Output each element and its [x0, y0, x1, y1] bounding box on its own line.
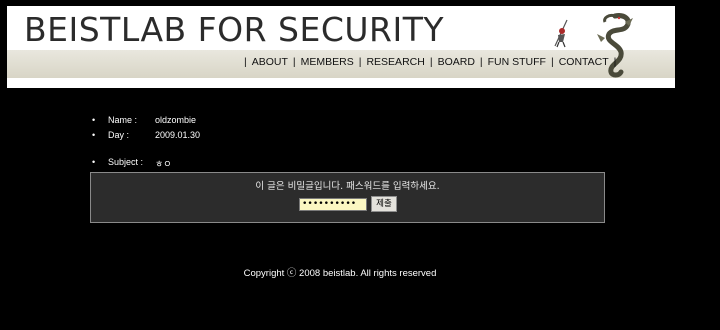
site-title: BEISTLAB FOR SECURITY — [24, 10, 445, 49]
name-label: Name : — [108, 115, 138, 125]
bullet-icon: • — [92, 115, 96, 125]
submit-button[interactable]: 제출 — [371, 196, 397, 212]
footer-copyright: Copyright ⓒ 2008 beistlab. All rights re… — [243, 268, 437, 279]
subject-value: ㅎㅇ — [155, 159, 172, 169]
nav-board[interactable]: BOARD — [438, 56, 475, 68]
site-header: BEISTLAB FOR SECURITY | ABOUT | MEMBERS … — [7, 6, 675, 88]
nav-contact[interactable]: CONTACT — [559, 56, 609, 68]
day-label: Day : — [108, 130, 130, 140]
day-value: 2009.01.30 — [155, 130, 201, 140]
bullet-icon: • — [92, 157, 96, 167]
name-value: oldzombie — [155, 115, 197, 125]
password-input[interactable]: •••••••••• — [299, 198, 367, 211]
nav-research[interactable]: RESEARCH — [366, 56, 424, 68]
password-prompt: 이 글은 비밀글입니다. 패스워드를 입력하세요. — [255, 181, 440, 192]
bullet-icon: • — [92, 130, 96, 140]
password-box: 이 글은 비밀글입니다. 패스워드를 입력하세요. •••••••••• 제출 — [90, 172, 605, 223]
subject-label: Subject : — [108, 157, 144, 167]
nav-fun-stuff[interactable]: FUN STUFF — [488, 56, 546, 68]
nav-members[interactable]: MEMBERS — [301, 56, 354, 68]
main-nav: | ABOUT | MEMBERS | RESEARCH | BOARD | F… — [244, 56, 617, 68]
nav-about[interactable]: ABOUT — [252, 56, 288, 68]
knight-illustration — [554, 19, 568, 48]
